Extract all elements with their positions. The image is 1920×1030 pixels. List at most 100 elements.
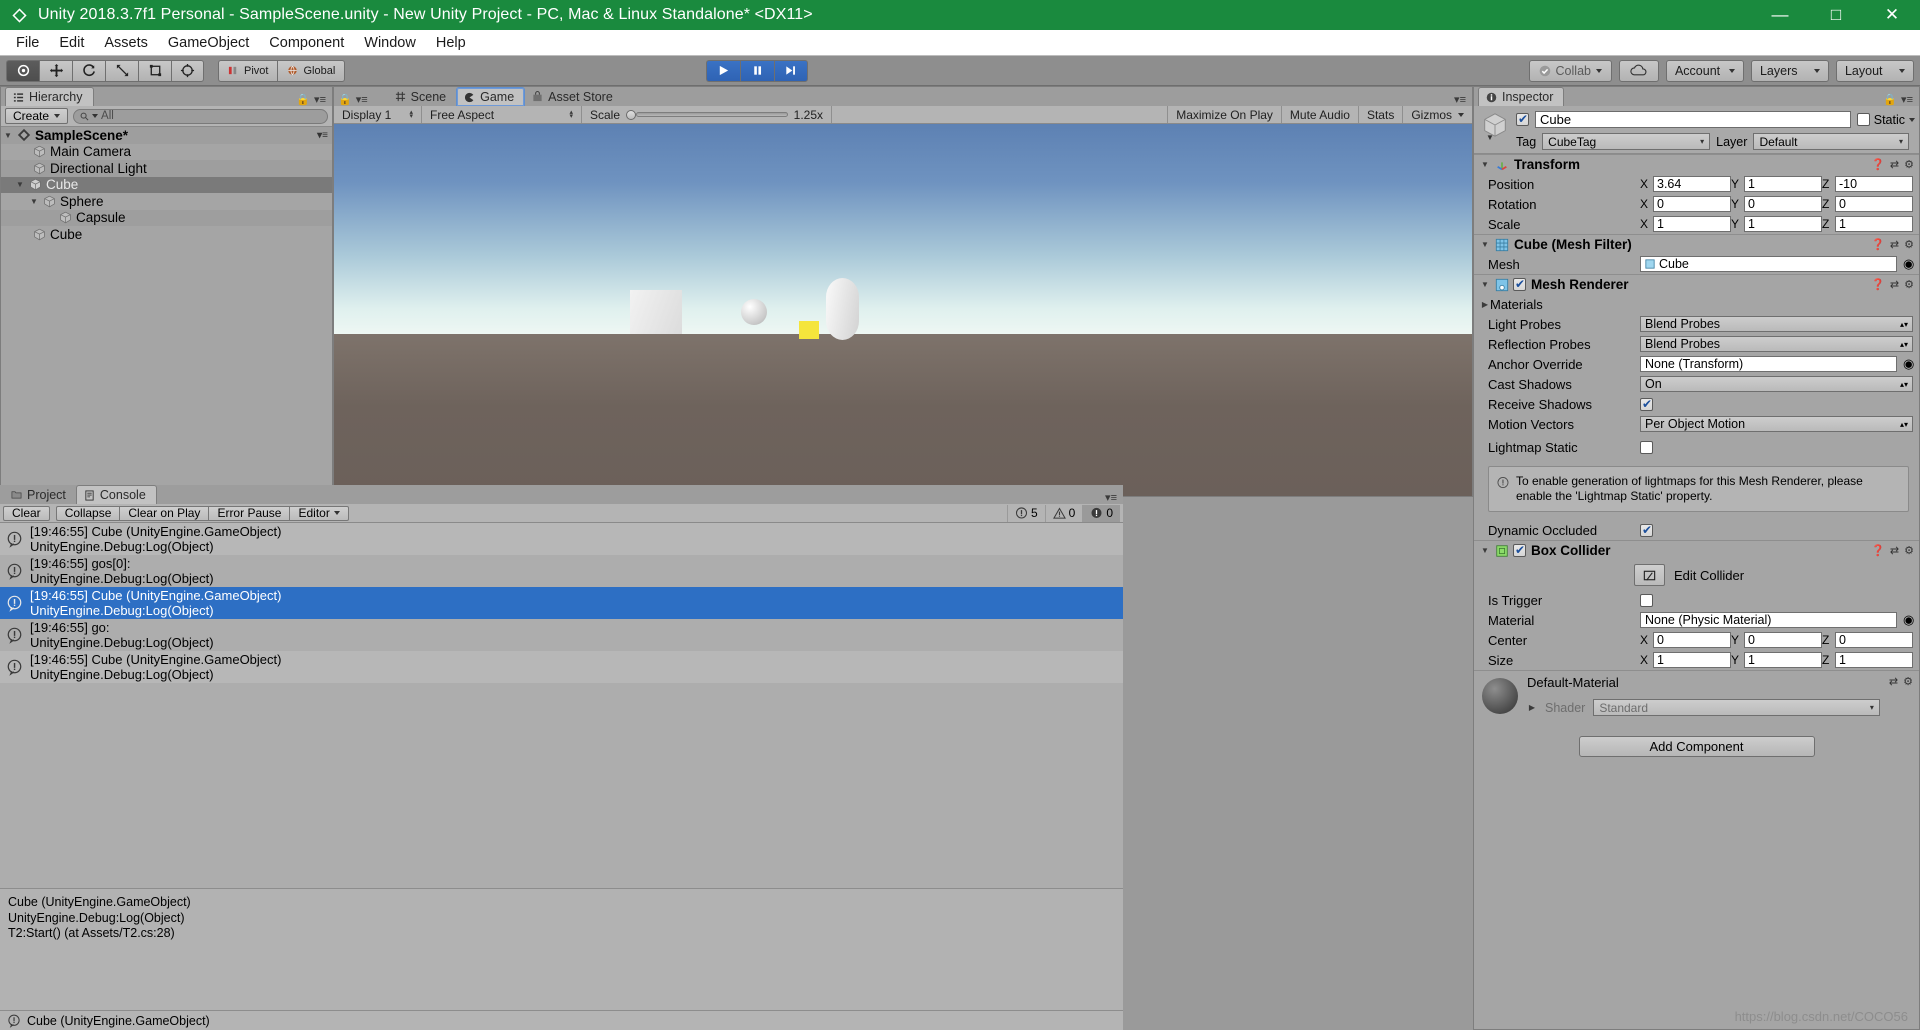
- menu-gameobject[interactable]: GameObject: [158, 32, 259, 54]
- help-icon[interactable]: ❓: [1871, 238, 1885, 251]
- close-button[interactable]: ✕: [1864, 0, 1920, 30]
- console-log-row-selected[interactable]: [19:46:55] Cube (UnityEngine.GameObject)…: [0, 587, 1123, 619]
- help-icon[interactable]: ❓: [1871, 158, 1885, 171]
- collab-button[interactable]: Collab: [1528, 59, 1612, 82]
- mesh-filter-component-header[interactable]: ▼ Cube (Mesh Filter) ❓ ⇄ ⚙: [1474, 234, 1919, 254]
- expand-triangle-icon[interactable]: ▶: [1480, 300, 1490, 309]
- menu-window[interactable]: Window: [354, 32, 426, 54]
- tab-hierarchy[interactable]: Hierarchy: [5, 87, 94, 106]
- gear-icon[interactable]: ⚙: [1904, 158, 1914, 171]
- stats-toggle[interactable]: Stats: [1357, 106, 1402, 123]
- preset-icon[interactable]: ⇄: [1890, 278, 1899, 291]
- lock-icon[interactable]: 🔒: [296, 93, 310, 106]
- object-name-input[interactable]: Cube: [1535, 111, 1851, 128]
- expand-triangle-icon[interactable]: ▼: [1480, 280, 1490, 289]
- slider-knob[interactable]: [626, 109, 637, 120]
- console-editor-dropdown[interactable]: Editor: [289, 505, 349, 521]
- console-error-pause-toggle[interactable]: Error Pause: [208, 505, 290, 521]
- menu-edit[interactable]: Edit: [49, 32, 94, 54]
- menu-component[interactable]: Component: [259, 32, 354, 54]
- hierarchy-item-main-camera[interactable]: ▼ Main Camera: [1, 144, 332, 161]
- tab-game[interactable]: Game: [456, 87, 526, 106]
- shader-dropdown[interactable]: Standard ▾: [1593, 699, 1880, 716]
- anchor-picker-icon[interactable]: ◉: [1903, 356, 1919, 372]
- center-z-input[interactable]: 0: [1835, 632, 1913, 648]
- rotation-y-input[interactable]: 0: [1744, 196, 1822, 212]
- hierarchy-item-capsule[interactable]: ▼ Capsule: [1, 209, 332, 226]
- tab-project[interactable]: Project: [4, 485, 76, 504]
- expand-triangle-icon[interactable]: ▼: [1480, 160, 1490, 169]
- layers-dropdown[interactable]: Layers: [1750, 59, 1829, 82]
- console-collapse-toggle[interactable]: Collapse: [55, 505, 120, 521]
- cast-shadows-dropdown[interactable]: On ▴▾: [1640, 376, 1913, 392]
- maximize-on-play-toggle[interactable]: Maximize On Play: [1167, 106, 1281, 123]
- layer-dropdown[interactable]: Default ▾: [1753, 133, 1909, 150]
- size-x-input[interactable]: 1: [1653, 652, 1731, 668]
- rotation-x-input[interactable]: 0: [1653, 196, 1731, 212]
- tab-asset-store[interactable]: Asset Store: [525, 87, 623, 106]
- rotate-tool-icon[interactable]: [72, 59, 105, 82]
- status-bar[interactable]: Cube (UnityEngine.GameObject): [0, 1010, 1123, 1030]
- chevron-down-icon[interactable]: [1909, 117, 1915, 122]
- position-x-input[interactable]: 3.64: [1653, 176, 1731, 192]
- console-detail-pane[interactable]: Cube (UnityEngine.GameObject) UnityEngin…: [0, 888, 1123, 1010]
- material-picker-icon[interactable]: ◉: [1903, 612, 1919, 628]
- menu-help[interactable]: Help: [426, 32, 476, 54]
- expand-triangle-icon[interactable]: ▼: [3, 131, 13, 140]
- scene-options-icon[interactable]: ▾≡: [317, 130, 328, 141]
- mesh-renderer-enabled-checkbox[interactable]: [1513, 277, 1526, 291]
- box-collider-component-header[interactable]: ▼ Box Collider ❓ ⇄ ⚙: [1474, 540, 1919, 560]
- global-button[interactable]: Global: [277, 59, 346, 82]
- scale-slider[interactable]: [626, 109, 788, 121]
- gear-icon[interactable]: ⚙: [1904, 238, 1914, 251]
- aspect-dropdown[interactable]: Free Aspect ▴ ▾: [422, 106, 582, 123]
- rect-tool-icon[interactable]: [138, 59, 171, 82]
- play-button[interactable]: [705, 59, 740, 82]
- pause-button[interactable]: [739, 59, 774, 82]
- console-clear-on-play-toggle[interactable]: Clear on Play: [119, 505, 209, 521]
- add-component-button[interactable]: Add Component: [1578, 736, 1815, 757]
- reflection-probes-dropdown[interactable]: Blend Probes ▴▾: [1640, 336, 1913, 352]
- hierarchy-item-samplescene[interactable]: ▼ SampleScene* ▾≡: [1, 127, 332, 144]
- hierarchy-item-sphere[interactable]: ▼ Sphere: [1, 193, 332, 210]
- mesh-object-field[interactable]: Cube: [1640, 256, 1897, 272]
- preset-icon[interactable]: ⇄: [1889, 675, 1898, 688]
- preset-icon[interactable]: ⇄: [1890, 238, 1899, 251]
- menu-file[interactable]: File: [6, 32, 49, 54]
- transform-tool-icon[interactable]: [171, 59, 204, 82]
- expand-triangle-icon[interactable]: ▼: [1480, 546, 1490, 555]
- size-z-input[interactable]: 1: [1835, 652, 1913, 668]
- expand-triangle-icon[interactable]: ▼: [1480, 240, 1490, 249]
- tag-dropdown[interactable]: CubeTag ▾: [1542, 133, 1711, 150]
- preset-icon[interactable]: ⇄: [1890, 544, 1899, 557]
- static-checkbox[interactable]: [1856, 113, 1870, 126]
- menu-dots-icon[interactable]: ▾≡: [1901, 93, 1913, 106]
- step-button[interactable]: [773, 59, 808, 82]
- center-y-input[interactable]: 0: [1744, 632, 1822, 648]
- scale-z-input[interactable]: 1: [1835, 216, 1913, 232]
- layout-dropdown[interactable]: Layout: [1835, 59, 1914, 82]
- tab-console[interactable]: Console: [75, 485, 157, 504]
- size-y-input[interactable]: 1: [1744, 652, 1822, 668]
- gear-icon[interactable]: ⚙: [1904, 278, 1914, 291]
- box-collider-enabled-checkbox[interactable]: [1513, 543, 1526, 557]
- scale-control[interactable]: Scale 1.25x: [582, 106, 832, 123]
- edit-collider-button[interactable]: [1634, 564, 1665, 586]
- lightmap-static-checkbox[interactable]: [1640, 440, 1653, 454]
- menu-dots-icon[interactable]: ▾≡: [314, 93, 326, 106]
- console-error-counter[interactable]: 0: [1082, 504, 1120, 522]
- gizmos-dropdown[interactable]: Gizmos: [1402, 106, 1472, 123]
- console-log-row[interactable]: [19:46:55] gos[0]: UnityEngine.Debug:Log…: [0, 555, 1123, 587]
- motion-vectors-dropdown[interactable]: Per Object Motion ▴▾: [1640, 416, 1913, 432]
- mesh-picker-icon[interactable]: ◉: [1903, 256, 1919, 272]
- lock-icon[interactable]: 🔒: [1883, 93, 1897, 106]
- expand-triangle-icon[interactable]: ▼: [15, 180, 25, 189]
- expand-triangle-icon[interactable]: ▼: [29, 197, 39, 206]
- account-dropdown[interactable]: Account: [1665, 59, 1744, 82]
- hand-tool-icon[interactable]: [6, 59, 39, 82]
- hierarchy-item-cube-selected[interactable]: ▼ Cube: [1, 176, 332, 193]
- menu-dots-icon[interactable]: ▾≡: [1105, 491, 1117, 504]
- menu-dots-icon[interactable]: ▾≡: [1454, 93, 1466, 106]
- gear-icon[interactable]: ⚙: [1904, 544, 1914, 557]
- scale-x-input[interactable]: 1: [1653, 216, 1731, 232]
